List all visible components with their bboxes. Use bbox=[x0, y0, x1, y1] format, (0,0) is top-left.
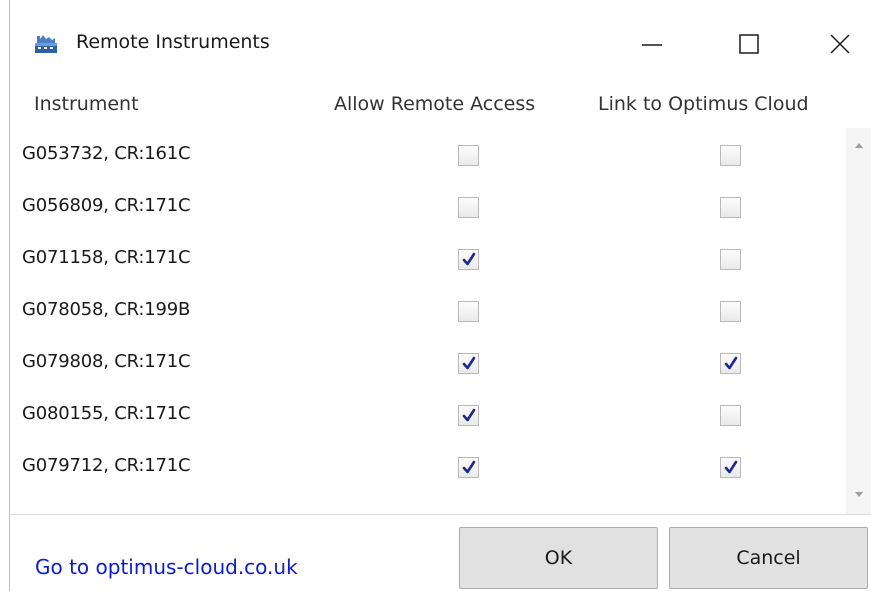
instrument-name: G071158, CR:171C bbox=[22, 247, 191, 268]
scroll-down-button[interactable] bbox=[846, 484, 871, 506]
window-title: Remote Instruments bbox=[76, 31, 270, 53]
remote-access-checkbox[interactable] bbox=[458, 301, 479, 322]
cloud-link-checkbox[interactable] bbox=[720, 457, 741, 478]
remote-access-checkbox[interactable] bbox=[458, 145, 479, 166]
remote-access-checkbox[interactable] bbox=[458, 353, 479, 374]
checkmark-icon bbox=[462, 252, 476, 266]
instrument-name: G078058, CR:199B bbox=[22, 299, 191, 320]
cancel-button[interactable]: Cancel bbox=[669, 527, 868, 589]
checkmark-icon bbox=[462, 356, 476, 370]
checkmark-icon bbox=[462, 408, 476, 422]
optimus-cloud-link[interactable]: Go to optimus-cloud.co.uk bbox=[35, 555, 298, 579]
scroll-up-button[interactable] bbox=[846, 134, 871, 156]
table-row[interactable]: G079808, CR:171C bbox=[10, 336, 846, 388]
table-row[interactable]: G056809, CR:171C bbox=[10, 180, 846, 232]
remote-instruments-dialog: Remote Instruments Instrument Allow Remo… bbox=[0, 0, 871, 591]
instrument-name: G079808, CR:171C bbox=[22, 351, 191, 372]
instrument-name: G080155, CR:171C bbox=[22, 403, 191, 424]
column-header-instrument[interactable]: Instrument bbox=[34, 93, 139, 115]
column-header-remote-access[interactable]: Allow Remote Access bbox=[334, 93, 535, 115]
footer-divider bbox=[10, 514, 871, 515]
table-row[interactable]: G078058, CR:199B bbox=[10, 284, 846, 336]
cloud-link-checkbox[interactable] bbox=[720, 249, 741, 270]
close-icon bbox=[830, 34, 850, 54]
table-row[interactable]: G080155, CR:171C bbox=[10, 388, 846, 440]
column-header-cloud-link[interactable]: Link to Optimus Cloud bbox=[598, 93, 809, 115]
checkmark-icon bbox=[724, 460, 738, 474]
scroll-down-arrow-icon bbox=[854, 492, 863, 497]
table-row[interactable]: G071158, CR:171C bbox=[10, 232, 846, 284]
remote-access-checkbox[interactable] bbox=[458, 457, 479, 478]
cloud-link-checkbox[interactable] bbox=[720, 405, 741, 426]
cloud-link-checkbox[interactable] bbox=[720, 197, 741, 218]
table-row[interactable]: G079712, CR:171C bbox=[10, 440, 846, 492]
remote-access-checkbox[interactable] bbox=[458, 249, 479, 270]
table-row[interactable]: G053732, CR:161C bbox=[10, 128, 846, 180]
title-bar[interactable]: Remote Instruments bbox=[10, 0, 871, 88]
instrument-name: G079712, CR:171C bbox=[22, 455, 191, 476]
ok-button[interactable]: OK bbox=[459, 527, 658, 589]
checkmark-icon bbox=[462, 460, 476, 474]
close-button[interactable] bbox=[820, 22, 860, 66]
scroll-up-arrow-icon bbox=[854, 143, 863, 148]
maximize-button[interactable] bbox=[729, 22, 769, 66]
cloud-link-checkbox[interactable] bbox=[720, 301, 741, 322]
cloud-link-checkbox[interactable] bbox=[720, 145, 741, 166]
remote-access-checkbox[interactable] bbox=[458, 405, 479, 426]
instrument-grid: G053732, CR:161C G056809, CR:171C G071158,… bbox=[10, 128, 846, 514]
remote-access-checkbox[interactable] bbox=[458, 197, 479, 218]
vertical-scrollbar[interactable] bbox=[846, 128, 871, 514]
instrument-name: G053732, CR:161C bbox=[22, 143, 191, 164]
minimize-button[interactable] bbox=[632, 22, 672, 66]
minimize-icon bbox=[642, 44, 662, 46]
checkmark-icon bbox=[724, 356, 738, 370]
instrument-app-icon bbox=[34, 32, 58, 54]
cloud-link-checkbox[interactable] bbox=[720, 353, 741, 374]
maximize-icon bbox=[739, 34, 759, 54]
instrument-name: G056809, CR:171C bbox=[22, 195, 191, 216]
